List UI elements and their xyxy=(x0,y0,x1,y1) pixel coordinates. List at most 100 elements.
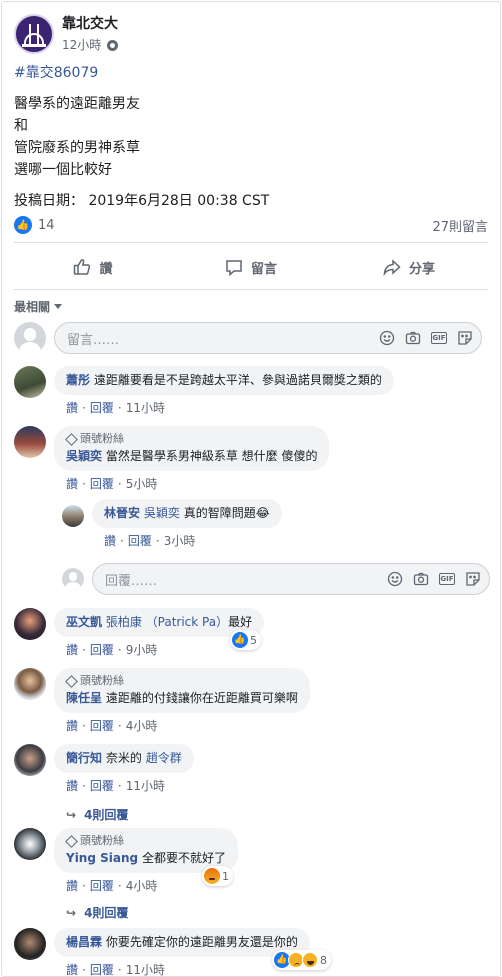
comment-like-link[interactable]: 讚 xyxy=(66,717,78,734)
comment-reply-link[interactable]: 回覆 xyxy=(90,641,114,658)
comment-reply-link[interactable]: 回覆 xyxy=(90,961,114,976)
post-date-line: 投稿日期： 2019年6月28日 00:38 CST xyxy=(14,193,270,209)
commenter-avatar[interactable] xyxy=(14,828,46,860)
reaction-count: 1 xyxy=(222,869,229,883)
comment-reply-link[interactable]: 回覆 xyxy=(90,877,114,894)
comment-like-link[interactable]: 讚 xyxy=(66,475,78,492)
like-button[interactable]: 讚 xyxy=(14,249,172,285)
comment-author[interactable]: 楊昌霖 xyxy=(66,935,102,949)
commenter-avatar[interactable] xyxy=(14,608,46,640)
comment: 蕭彤 遠距離要看是不是跨越太平洋、參與過諾貝爾獎之類的 讚 · 回覆 · 11小時 xyxy=(14,366,394,416)
reply-reply-link[interactable]: 回覆 xyxy=(128,532,152,549)
reply-author[interactable]: 林晉安 xyxy=(104,506,140,520)
comment-author[interactable]: 簡行知 xyxy=(66,751,102,765)
comment-author[interactable]: 陳任呈 xyxy=(66,691,102,705)
tagged-user[interactable]: 吳穎奕 xyxy=(144,506,180,520)
comment-reply-link[interactable]: 回覆 xyxy=(90,475,114,492)
comment-reply-link[interactable]: 回覆 xyxy=(90,777,114,794)
share-arrow-icon xyxy=(383,259,401,276)
comment-bubble: 簡行知 奈米的 趙令群 xyxy=(54,744,194,773)
comment-time[interactable]: 11小時 xyxy=(126,777,165,794)
sticker-icon[interactable] xyxy=(457,330,473,346)
tagged-user[interactable]: 張柏康 （Patrick Pa） xyxy=(106,615,228,629)
gif-icon[interactable]: GIF xyxy=(431,332,447,344)
user-avatar xyxy=(14,322,46,354)
post-timestamp[interactable]: 12小時 xyxy=(62,37,101,53)
reaction-summary: 👍 14 27則留言 xyxy=(14,214,488,236)
reply-placeholder: 回覆…… xyxy=(105,573,158,589)
reply-time[interactable]: 3小時 xyxy=(164,532,196,549)
post-line: 管院廢系的男神系草 xyxy=(14,140,140,156)
post-body: #靠交86079 醫學系的遠距離男友 和 管院廢系的男神系草 選哪一個比較好 投… xyxy=(14,62,484,212)
view-replies-link[interactable]: ↪ 4則回覆 xyxy=(66,904,128,921)
tagged-user[interactable]: 趙令群 xyxy=(146,751,182,765)
share-button[interactable]: 分享 xyxy=(330,249,488,285)
commenter-avatar[interactable] xyxy=(14,366,46,398)
comment-time[interactable]: 9小時 xyxy=(126,641,158,658)
emoji-icon[interactable] xyxy=(379,330,395,346)
comment-reply-link[interactable]: 回覆 xyxy=(90,717,114,734)
comment-reactions[interactable]: 1 xyxy=(202,866,233,886)
comment-count[interactable]: 27則留言 xyxy=(432,216,488,235)
comment-author[interactable]: 蕭彤 xyxy=(66,373,90,387)
like-summary[interactable]: 👍 14 xyxy=(14,216,55,234)
replier-avatar[interactable] xyxy=(62,505,84,527)
comment-text: 當然是醫學系男神級系草 想什麼 傻傻的 xyxy=(105,449,318,463)
comment: 頭號粉絲 Ying Siang 全都要不就好了 1 讚 · 回覆 · 4小時 xyxy=(14,828,238,894)
comment-reactions[interactable]: 👍 8 xyxy=(272,950,331,970)
post-hashtag[interactable]: #靠交86079 xyxy=(14,62,484,84)
comment-input[interactable]: 留言…… GIF xyxy=(54,322,482,354)
comment-reactions[interactable]: 👍 5 xyxy=(230,630,261,650)
comment: 巫文凱 張柏康 （Patrick Pa）最好 👍 5 讚 · 回覆 · 9小時 xyxy=(14,608,265,658)
top-fan-badge: 頭號粉絲 xyxy=(65,432,317,446)
view-replies-link[interactable]: ↪ 4則回覆 xyxy=(66,806,128,823)
post-header: 靠北交大 12小時 xyxy=(14,14,119,56)
comment-bubble: 蕭彤 遠距離要看是不是跨越太平洋、參與過諾貝爾獎之類的 xyxy=(54,366,394,395)
replies-count: 4則回覆 xyxy=(84,808,129,822)
like-count: 14 xyxy=(38,217,55,233)
comment-author[interactable]: 吳穎奕 xyxy=(66,449,102,463)
page-avatar[interactable] xyxy=(14,14,54,54)
reaction-count: 8 xyxy=(320,953,327,967)
comment-like-link[interactable]: 讚 xyxy=(66,961,78,976)
comment-time[interactable]: 11小時 xyxy=(126,399,165,416)
camera-icon[interactable] xyxy=(405,330,421,346)
reply-input[interactable]: 回覆…… GIF xyxy=(92,563,490,595)
comment-sort-dropdown[interactable]: 最相關 xyxy=(14,298,63,315)
page-name[interactable]: 靠北交大 xyxy=(62,15,118,33)
comment-like-link[interactable]: 讚 xyxy=(66,777,78,794)
share-label: 分享 xyxy=(408,261,435,277)
comment-text: 你要先確定你的遠距離男友還是你的 xyxy=(105,935,298,949)
gif-icon[interactable]: GIF xyxy=(439,573,455,585)
reply-like-link[interactable]: 讚 xyxy=(104,532,116,549)
comment-like-link[interactable]: 讚 xyxy=(66,877,78,894)
comment: 楊昌霖 你要先確定你的遠距離男友還是你的 👍 8 讚 · 回覆 · 11小時 xyxy=(14,928,331,976)
commenter-avatar[interactable] xyxy=(14,668,46,700)
commenter-avatar[interactable] xyxy=(14,744,46,776)
like-label: 讚 xyxy=(99,261,113,277)
haha-reaction-icon xyxy=(302,952,318,968)
emoji-icon[interactable] xyxy=(387,571,403,587)
reaction-count: 5 xyxy=(250,633,257,647)
reply-bubble: 林晉安 吳穎奕 真的智障問題😂 xyxy=(92,499,282,528)
sticker-icon[interactable] xyxy=(465,571,481,587)
comment-time[interactable]: 5小時 xyxy=(126,475,158,492)
commenter-avatar[interactable] xyxy=(14,426,46,458)
camera-icon[interactable] xyxy=(413,571,429,587)
comment-like-link[interactable]: 讚 xyxy=(66,641,78,658)
like-reaction-icon: 👍 xyxy=(232,632,248,648)
comment-label: 留言 xyxy=(250,261,277,277)
comment-time[interactable]: 11小時 xyxy=(126,961,165,976)
comment-reply-link[interactable]: 回覆 xyxy=(90,399,114,416)
reply-arrow-icon: ↪ xyxy=(66,807,77,822)
commenter-avatar[interactable] xyxy=(14,928,46,960)
diamond-icon xyxy=(65,432,78,446)
comment-time[interactable]: 4小時 xyxy=(126,877,158,894)
comment-text: 全都要不就好了 xyxy=(141,851,226,865)
reply: 林晉安 吳穎奕 真的智障問題😂 讚 · 回覆 · 3小時 xyxy=(62,499,282,549)
comment-like-link[interactable]: 讚 xyxy=(66,399,78,416)
comment-time[interactable]: 4小時 xyxy=(126,717,158,734)
comment-author[interactable]: Ying Siang xyxy=(66,851,138,865)
comment-button[interactable]: 留言 xyxy=(172,249,330,285)
comment-author[interactable]: 巫文凱 xyxy=(66,615,102,629)
